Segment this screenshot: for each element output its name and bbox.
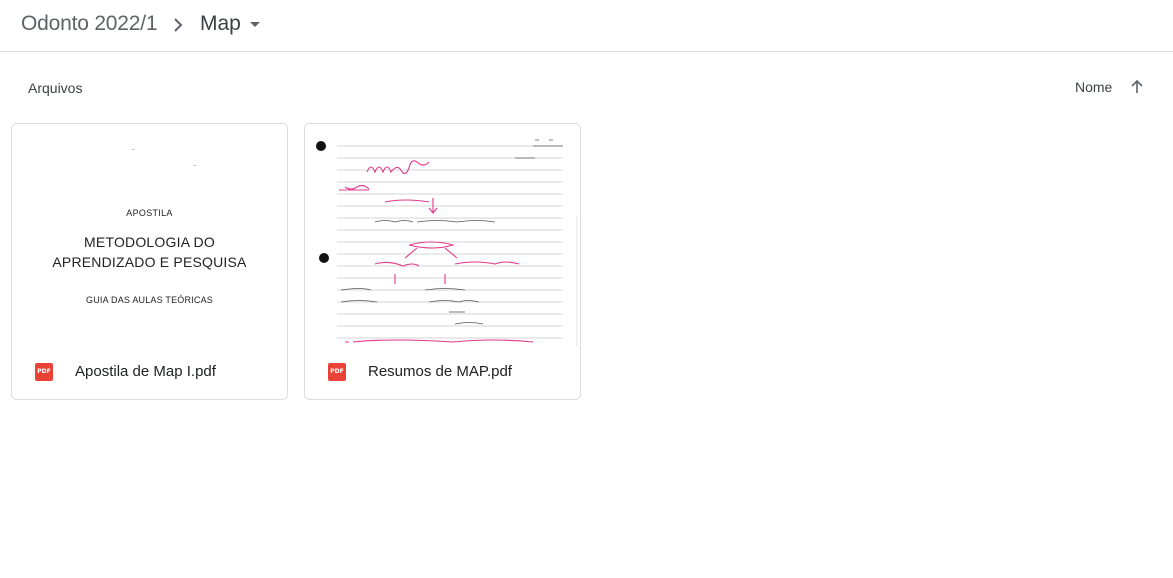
chevron-right-icon [174,18,183,32]
file-card[interactable]: APOSTILA METODOLOGIA DO APRENDIZADO E PE… [11,123,288,400]
header: Odonto 2022/1 Map [0,0,1173,52]
pdf-icon: PDF [35,363,53,381]
file-thumbnail[interactable] [305,124,580,346]
pdf-icon: PDF [328,363,346,381]
sort-button[interactable]: Nome [1075,79,1112,95]
handwritten-notes-preview [316,139,578,346]
caret-down-icon[interactable] [250,22,260,27]
preview-line: APOSTILA [126,208,173,218]
punch-hole [319,253,329,263]
file-card-footer[interactable]: PDF Resumos de MAP.pdf [305,346,580,399]
section-label: Arquivos [28,80,83,96]
file-name[interactable]: Resumos de MAP.pdf [368,363,512,380]
pink-handwriting [339,160,534,343]
file-card[interactable]: PDF Resumos de MAP.pdf [304,123,581,400]
preview-subtitle: GUIA DAS AULAS TEÓRICAS [86,295,213,305]
punch-hole [316,141,326,151]
preview-title-line: METODOLOGIA DO [84,234,215,250]
preview-title: METODOLOGIA DO APRENDIZADO E PESQUISA [12,232,287,272]
speck [194,165,196,166]
file-thumbnail[interactable]: APOSTILA METODOLOGIA DO APRENDIZADO E PE… [12,124,287,346]
arrow-up-icon[interactable] [1128,78,1146,96]
speck [132,149,134,150]
ruled-lines [337,145,578,346]
breadcrumb-root[interactable]: Odonto 2022/1 [21,12,158,36]
breadcrumb-current[interactable]: Map [200,12,241,36]
dark-handwriting [340,139,563,325]
file-card-footer[interactable]: PDF Apostila de Map I.pdf [12,346,287,399]
preview-title-line: APRENDIZADO E PESQUISA [52,254,247,270]
file-name[interactable]: Apostila de Map I.pdf [75,363,216,380]
